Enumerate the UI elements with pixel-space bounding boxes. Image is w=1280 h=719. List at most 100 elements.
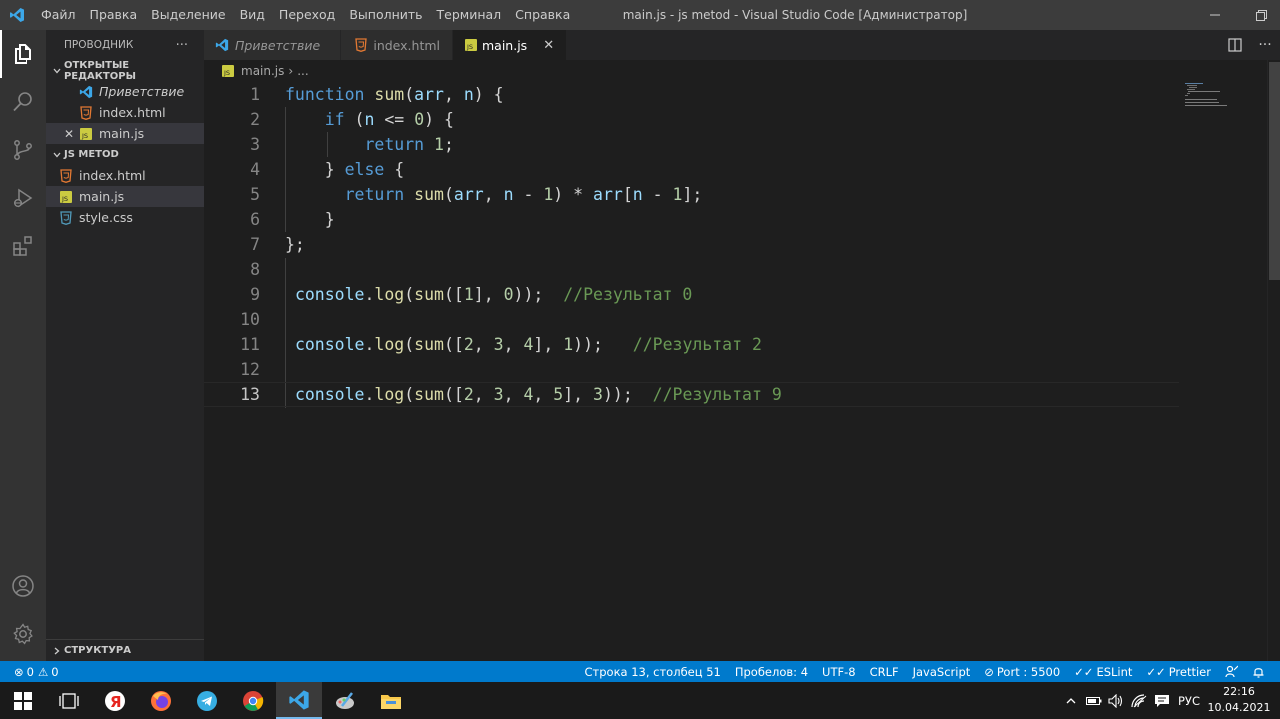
notifications-button[interactable] (1245, 661, 1272, 682)
menu-run[interactable]: Выполнить (342, 0, 429, 30)
run-debug-button[interactable] (0, 174, 46, 222)
chevron-down-icon (50, 150, 64, 160)
close-tab-icon[interactable]: ✕ (543, 38, 554, 53)
action-center-icon[interactable] (1152, 682, 1172, 719)
svg-text:JS: JS (81, 132, 88, 140)
code-text: if (n <= 0) { (324, 110, 454, 129)
file-explorer-button[interactable] (368, 682, 414, 719)
windows-taskbar: Я РУС 22:16 10.04.2021 (0, 682, 1280, 719)
telegram-button[interactable] (184, 682, 230, 719)
menu-selection[interactable]: Выделение (144, 0, 232, 30)
search-button[interactable] (0, 78, 46, 126)
code-line: 9 console.log(sum([1], 0)); //Результат … (204, 282, 1179, 307)
split-editor-button[interactable] (1220, 30, 1250, 60)
more-actions-button[interactable]: ··· (1250, 30, 1280, 60)
editor-tabs: Приветствие index.html JS main.js ✕ ··· (204, 30, 1280, 60)
folder-section[interactable]: JS METOD (46, 144, 204, 165)
open-editor-index-html[interactable]: index.html (46, 102, 204, 123)
line-number: 4 (250, 160, 260, 179)
scrollbar-thumb[interactable] (1269, 62, 1280, 280)
task-view-button[interactable] (46, 682, 92, 719)
editor-scrollbar[interactable] (1267, 60, 1280, 661)
file-index-html[interactable]: index.html (46, 165, 204, 186)
code-text: } else { (285, 160, 405, 179)
tab-welcome[interactable]: Приветствие (204, 30, 341, 60)
network-icon[interactable] (1129, 682, 1149, 719)
firefox-button[interactable] (138, 682, 184, 719)
menu-file[interactable]: Файл (34, 0, 83, 30)
maximize-button[interactable] (1238, 0, 1280, 30)
outline-header[interactable]: СТРУКТУРА (46, 640, 204, 661)
explorer-button[interactable] (0, 30, 46, 78)
start-button[interactable] (0, 682, 46, 719)
code-text: console.log(sum([2, 3, 4, 5], 3)); //Рез… (294, 385, 782, 404)
svg-text:JS: JS (61, 195, 68, 203)
tab-index-html[interactable]: index.html (341, 30, 453, 60)
volume-icon[interactable] (1106, 682, 1126, 719)
error-count: 0 (26, 664, 34, 679)
prettier-label: Prettier (1168, 664, 1211, 679)
line-number: 7 (250, 235, 260, 254)
live-server-port[interactable]: ⊘ Port : 5500 (977, 661, 1067, 682)
block-icon: ⊘ (984, 664, 994, 679)
indentation[interactable]: Пробелов: 4 (728, 661, 815, 682)
menu-view[interactable]: Вид (233, 0, 272, 30)
prettier-status[interactable]: ✓✓ Prettier (1139, 661, 1218, 682)
explorer-header: ПРОВОДНИК ··· (46, 30, 204, 60)
line-number: 1 (250, 85, 260, 104)
file-label: style.css (79, 210, 133, 225)
outline-section[interactable]: СТРУКТУРА (46, 639, 204, 661)
minimap[interactable] (1181, 82, 1251, 112)
yandex-browser-button[interactable]: Я (92, 682, 138, 719)
chrome-button[interactable] (230, 682, 276, 719)
breadcrumb-file[interactable]: main.js (241, 64, 284, 78)
accounts-button[interactable] (0, 562, 46, 610)
html5-file-icon (353, 37, 368, 53)
input-language[interactable]: РУС (1174, 682, 1204, 719)
file-label: index.html (79, 168, 146, 183)
breadcrumb-rest[interactable]: ... (297, 64, 308, 78)
open-editor-main-js[interactable]: ✕ JS main.js (46, 123, 204, 144)
windows-logo-icon (14, 691, 32, 710)
tab-label: index.html (373, 37, 440, 53)
system-clock[interactable]: 22:16 10.04.2021 (1206, 684, 1272, 716)
live-share-button[interactable] (1218, 661, 1245, 682)
code-text: function sum(arr, n) { (285, 85, 504, 104)
breadcrumb-separator: › (288, 64, 294, 78)
person-share-icon (1225, 665, 1238, 678)
manage-button[interactable] (0, 610, 46, 658)
warning-count: 0 (51, 664, 59, 679)
cursor-position[interactable]: Строка 13, столбец 51 (578, 661, 728, 682)
open-editors-section[interactable]: ОТКРЫТЫЕ РЕДАКТОРЫ (46, 60, 204, 82)
tab-main-js[interactable]: JS main.js ✕ (453, 30, 567, 60)
paint-brush-icon (336, 691, 354, 709)
open-editor-welcome[interactable]: Приветствие (46, 81, 204, 102)
vscode-taskbar-button[interactable] (276, 682, 322, 719)
menu-terminal[interactable]: Терминал (430, 0, 509, 30)
language-mode[interactable]: JavaScript (906, 661, 978, 682)
clock-time: 22:16 (1223, 685, 1255, 698)
line-number: 10 (240, 310, 260, 329)
encoding[interactable]: UTF-8 (815, 661, 863, 682)
source-control-button[interactable] (0, 126, 46, 174)
eslint-label: ESLint (1096, 664, 1133, 679)
open-editor-label: index.html (99, 105, 166, 120)
line-number: 12 (240, 360, 260, 379)
battery-icon[interactable] (1084, 682, 1104, 719)
close-icon[interactable]: ✕ (64, 127, 78, 141)
menu-go[interactable]: Переход (272, 0, 342, 30)
tab-label: Приветствие (235, 37, 321, 53)
tray-chevron-up-icon[interactable] (1062, 682, 1080, 719)
file-main-js[interactable]: JS main.js (46, 186, 204, 207)
extensions-button[interactable] (0, 222, 46, 270)
eslint-status[interactable]: ✓✓ ESLint (1067, 661, 1139, 682)
file-style-css[interactable]: style.css (46, 207, 204, 228)
menu-edit[interactable]: Правка (83, 0, 145, 30)
snipping-tool-button[interactable] (322, 682, 368, 719)
folder-icon (381, 694, 401, 709)
code-editor[interactable]: 1 function sum(arr, n) { 2 if (n <= 0) {… (204, 82, 1267, 661)
code-text: return sum(arr, n - 1) * arr[n - 1]; (344, 185, 703, 204)
more-actions-button[interactable]: ··· (176, 38, 188, 53)
problems-indicator[interactable]: ⊗ 0 ⚠ 0 (0, 661, 66, 682)
end-of-line[interactable]: CRLF (863, 661, 906, 682)
